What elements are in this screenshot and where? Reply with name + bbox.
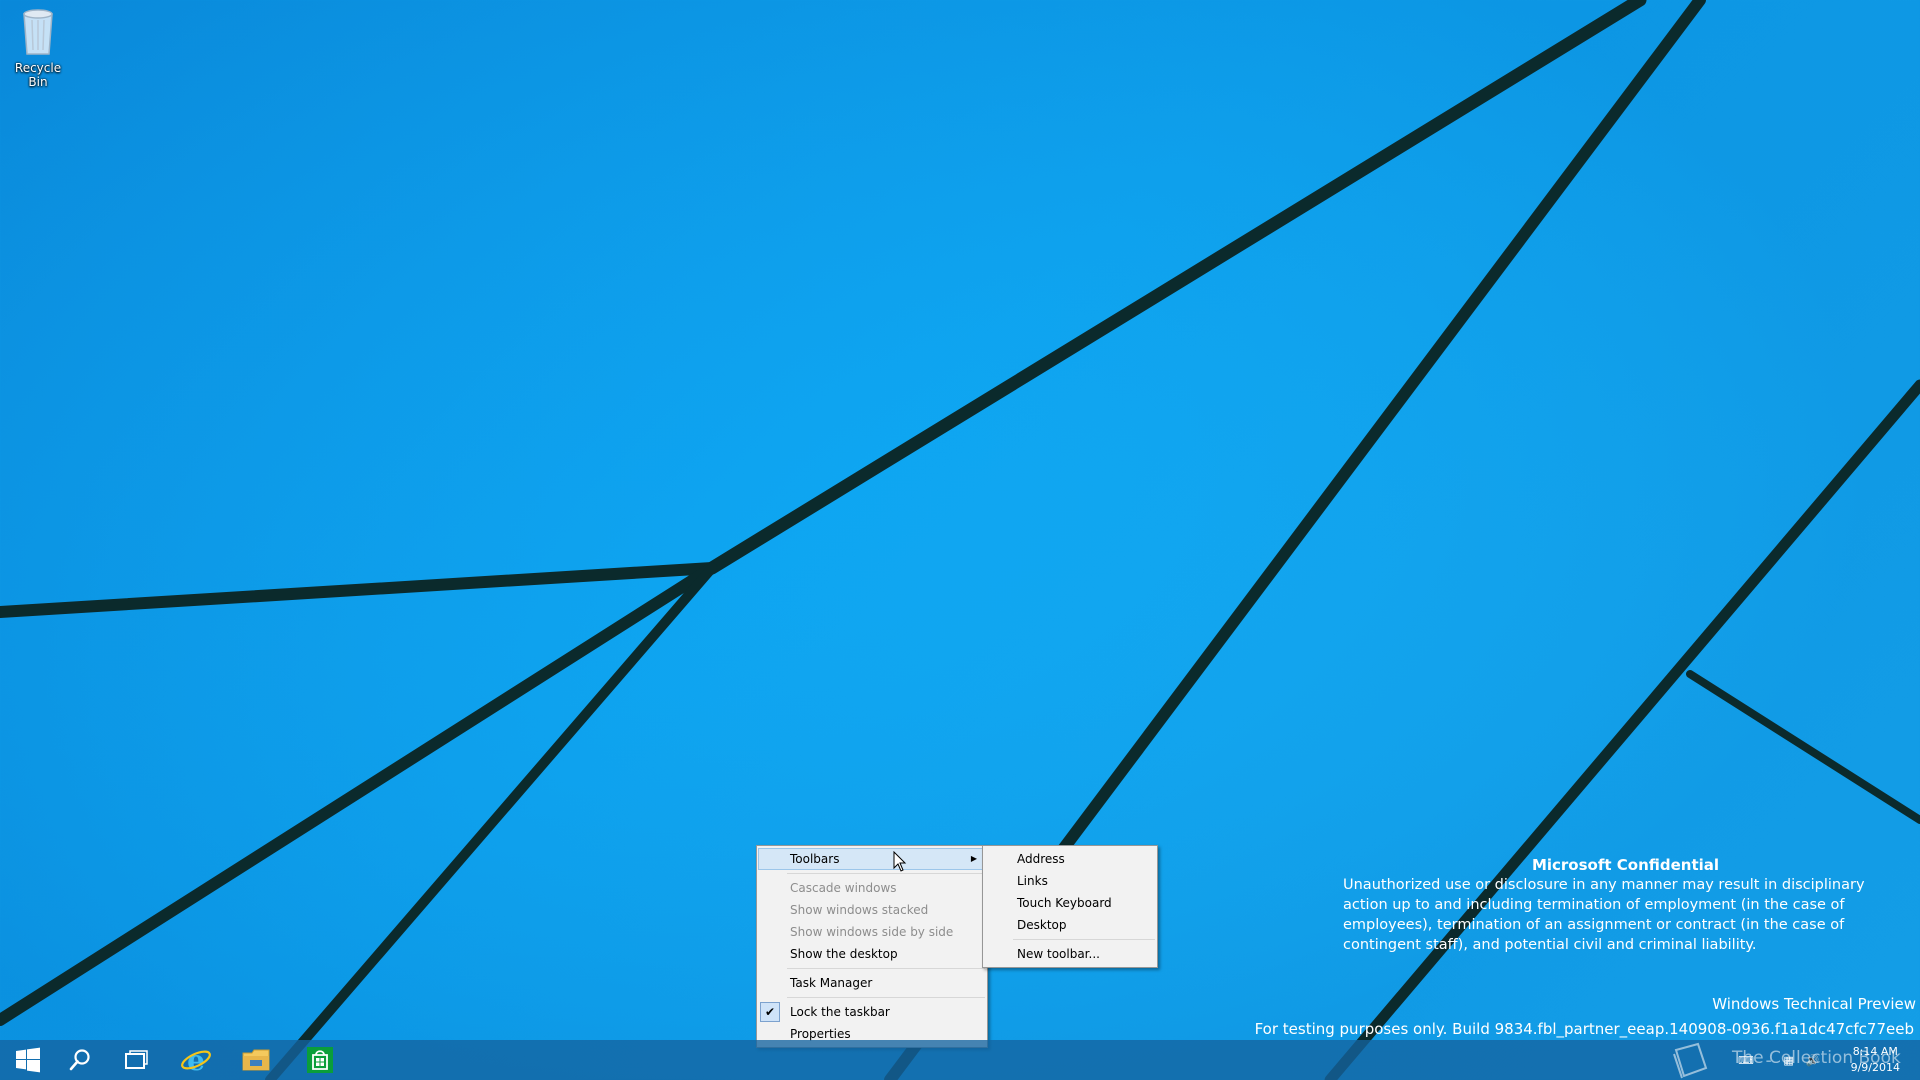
submenu-item-touch-keyboard[interactable]: Touch Keyboard — [983, 892, 1157, 914]
checkmark-icon: ✔ — [760, 1002, 780, 1022]
recycle-bin-label: Recycle Bin — [14, 61, 62, 89]
submenu-arrow-icon: ▶ — [970, 854, 977, 863]
confidential-notice: Microsoft Confidential Unauthorized use … — [1343, 855, 1908, 955]
menu-item-label: New toolbar... — [1017, 947, 1100, 961]
mouse-cursor-icon — [893, 851, 907, 872]
notice-title: Microsoft Confidential — [1531, 856, 1720, 874]
menu-item-lock-the-taskbar[interactable]: ✔ Lock the taskbar — [757, 1001, 987, 1023]
menu-item-label: Desktop — [1017, 918, 1067, 932]
menu-separator — [787, 968, 985, 969]
toolbars-submenu: Address Links Touch Keyboard Desktop New… — [982, 845, 1158, 968]
menu-item-label: Lock the taskbar — [790, 1005, 890, 1019]
menu-item-show-windows-side-by-side[interactable]: Show windows side by side — [757, 921, 987, 943]
menu-item-label: Task Manager — [790, 976, 873, 990]
windows-logo-icon — [16, 1047, 40, 1073]
submenu-item-desktop[interactable]: Desktop — [983, 914, 1157, 936]
menu-item-label: Address — [1017, 852, 1065, 866]
start-button[interactable] — [0, 1040, 56, 1080]
menu-item-label: Show the desktop — [790, 947, 898, 961]
task-view-icon — [125, 1050, 148, 1069]
search-icon — [69, 1049, 90, 1071]
menu-item-label: Toolbars — [790, 852, 840, 866]
notice-body: Unauthorized use or disclosure in any ma… — [1343, 877, 1865, 953]
book-icon — [1673, 1042, 1708, 1079]
edition-watermark: Windows Technical Preview — [1712, 995, 1916, 1013]
ie-icon: e — [181, 1045, 211, 1075]
submenu-item-links[interactable]: Links — [983, 870, 1157, 892]
folder-icon — [242, 1049, 270, 1071]
menu-separator — [1013, 939, 1155, 940]
menu-item-label: Links — [1017, 874, 1048, 888]
menu-item-toolbars[interactable]: Toolbars ▶ — [758, 848, 986, 870]
collection-book-text: The Collection Book — [1732, 1048, 1901, 1068]
build-watermark: For testing purposes only. Build 9834.fb… — [1254, 1020, 1914, 1038]
menu-separator — [787, 997, 985, 998]
menu-item-cascade-windows[interactable]: Cascade windows — [757, 877, 987, 899]
taskbar[interactable]: e ⌨ – ▦ 🔊 8:14 AM 9/9/2014 — [0, 1040, 1920, 1080]
store[interactable] — [292, 1040, 348, 1080]
menu-item-task-manager[interactable]: Task Manager — [757, 972, 987, 994]
store-icon — [307, 1047, 333, 1073]
menu-item-show-the-desktop[interactable]: Show the desktop — [757, 943, 987, 965]
file-explorer[interactable] — [228, 1040, 284, 1080]
internet-explorer[interactable]: e — [168, 1040, 224, 1080]
search-button[interactable] — [52, 1040, 108, 1080]
menu-item-label: Touch Keyboard — [1017, 896, 1112, 910]
recycle-bin[interactable]: Recycle Bin — [4, 6, 72, 89]
menu-item-label: Show windows side by side — [790, 925, 954, 939]
recycle-bin-icon — [23, 9, 53, 55]
menu-item-label: Properties — [790, 1027, 851, 1041]
submenu-item-address[interactable]: Address — [983, 848, 1157, 870]
collection-book-watermark: The Collection Book — [1668, 1040, 1920, 1080]
taskbar-context-menu: Toolbars ▶ Cascade windows Show windows … — [756, 845, 988, 1048]
menu-separator — [787, 873, 985, 874]
menu-item-show-windows-stacked[interactable]: Show windows stacked — [757, 899, 987, 921]
svg-text:e: e — [187, 1045, 205, 1075]
menu-item-label: Cascade windows — [790, 881, 897, 895]
submenu-item-new-toolbar[interactable]: New toolbar... — [983, 943, 1157, 965]
menu-item-label: Show windows stacked — [790, 903, 929, 917]
task-view-button[interactable] — [108, 1040, 164, 1080]
